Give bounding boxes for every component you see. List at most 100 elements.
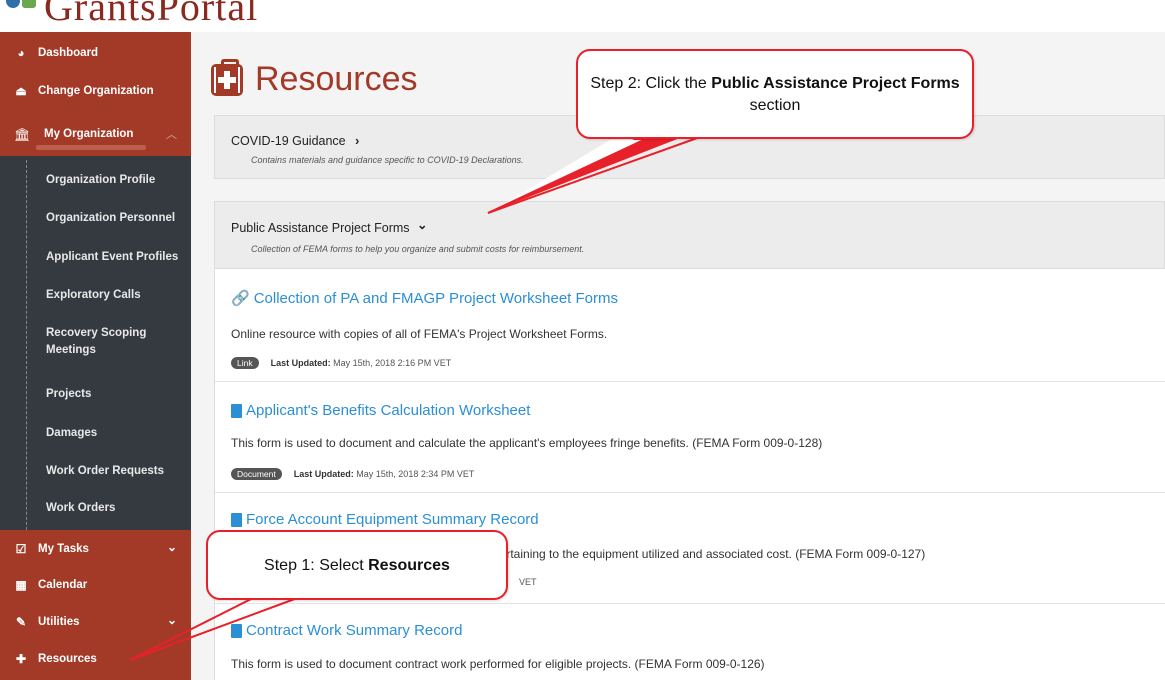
section-title[interactable]: COVID-19 Guidance ›: [231, 134, 359, 148]
section-public-assistance-project-forms[interactable]: Public Assistance Project Forms ⌄ Collec…: [214, 201, 1165, 269]
sidebar-item-label: Work Order Requests: [46, 464, 165, 477]
section-title-text: COVID-19 Guidance: [231, 134, 346, 148]
step1-bold: Resources: [368, 557, 450, 574]
updated-value: May 15th, 2018 2:34 PM VET: [356, 469, 475, 479]
step2-callout: Step 2: Click the Public Assistance Proj…: [576, 49, 974, 139]
chevron-down-icon: ⌄: [166, 613, 177, 627]
sidebar-item-label: Resources: [38, 652, 97, 665]
resource-item: Contract Work Summary Record This form i…: [215, 604, 1165, 680]
logo-icon: [6, 0, 36, 8]
first-aid-icon: ✚: [15, 651, 27, 666]
sidebar-subtitle-blurred: [36, 145, 146, 150]
chevron-down-icon: ⌄: [166, 540, 177, 554]
sidebar-item-label: Exploratory Calls: [46, 288, 141, 301]
resource-meta: Document Last Updated: May 15th, 2018 2:…: [231, 468, 474, 480]
resource-description: pertaining to the equipment utilized and…: [493, 547, 926, 561]
section-title[interactable]: Public Assistance Project Forms ⌄: [231, 218, 428, 235]
page-title-text: Resources: [255, 60, 418, 98]
resources-list: 🔗 Collection of PA and FMAGP Project Wor…: [214, 269, 1165, 680]
sidebar-item-projects[interactable]: Projects: [0, 375, 191, 413]
eject-icon: ⏏: [15, 83, 27, 98]
type-badge: Link: [231, 357, 259, 369]
sidebar-item-calendar[interactable]: ▦ Calendar: [0, 566, 191, 603]
step2-bold: Public Assistance Project Forms: [711, 75, 960, 92]
sidebar-item-label: Calendar: [38, 578, 88, 591]
document-icon: [231, 623, 242, 638]
sidebar-bottom-group: ☑ My Tasks ⌄ ▦ Calendar ✎ Utilities ⌄ ✚ …: [0, 530, 191, 680]
resource-title: Applicant's Benefits Calculation Workshe…: [246, 402, 531, 419]
sidebar-item-recovery-scoping-meetings[interactable]: Recovery Scoping Meetings: [0, 319, 191, 365]
sidebar-item-label: Change Organization: [38, 84, 154, 97]
sidebar-item-label: Organization Profile: [46, 173, 156, 186]
calendar-icon: ▦: [15, 577, 27, 592]
resource-title: Collection of PA and FMAGP Project Works…: [253, 289, 618, 307]
page: GrantsPortal ◕ Dashboard ⏏ Change Organi…: [0, 0, 1165, 680]
sidebar-item-label: My Tasks: [38, 542, 89, 555]
checkbox-icon: ☑: [15, 541, 27, 556]
step2-callout-text: Step 2: Click the Public Assistance Proj…: [588, 73, 962, 117]
sidebar-item-my-organization[interactable]: 🏛 My Organization ︿: [0, 118, 191, 158]
sidebar-item-applicant-event-profiles[interactable]: Applicant Event Profiles: [0, 238, 191, 276]
sidebar-item-organization-profile[interactable]: Organization Profile: [0, 161, 191, 199]
resource-link[interactable]: Contract Work Summary Record: [231, 622, 462, 639]
sidebar-item-label: Work Orders: [46, 501, 116, 514]
step1-prefix: Step 1: Select: [264, 557, 369, 574]
brand-bar: GrantsPortal: [0, 0, 1165, 32]
step2-suffix: section: [749, 97, 801, 114]
sidebar-item-label: Damages: [46, 426, 98, 439]
sidebar-item-label: My Organization: [44, 128, 134, 140]
link-icon: 🔗: [231, 290, 250, 307]
updated-label: Last Updated:: [293, 469, 354, 479]
sidebar-item-my-tasks[interactable]: ☑ My Tasks ⌄: [0, 530, 191, 567]
dashboard-icon: ◕: [17, 45, 25, 60]
resource-description: This form is used to document contract w…: [231, 657, 765, 671]
sidebar-item-work-order-requests[interactable]: Work Order Requests: [0, 452, 191, 490]
sidebar-item-label: Recovery Scoping Meetings: [46, 327, 147, 356]
sidebar-item-change-organization[interactable]: ⏏ Change Organization: [0, 72, 191, 109]
type-badge: Document: [231, 468, 282, 480]
resource-meta: VET: [519, 577, 537, 587]
resource-link[interactable]: 🔗 Collection of PA and FMAGP Project Wor…: [231, 289, 618, 308]
brand-title: GrantsPortal: [44, 0, 259, 29]
resource-title: Contract Work Summary Record: [246, 622, 463, 639]
resource-item: Applicant's Benefits Calculation Workshe…: [215, 382, 1165, 493]
sidebar-item-dashboard[interactable]: ◕ Dashboard: [0, 34, 191, 71]
resource-description: This form is used to document and calcul…: [231, 436, 823, 450]
updated-value: VET: [519, 577, 537, 587]
bank-icon: 🏛: [14, 127, 31, 142]
wrench-icon: ✎: [15, 614, 27, 629]
page-title: Resources: [211, 58, 418, 99]
sidebar-top-group: ◕ Dashboard ⏏ Change Organization: [0, 32, 191, 118]
chevron-down-icon: ⌄: [417, 218, 428, 232]
sidebar-item-label: Projects: [46, 387, 92, 400]
sidebar-item-resources[interactable]: ✚ Resources: [0, 640, 191, 677]
resource-meta: Link Last Updated: May 15th, 2018 2:16 P…: [231, 357, 451, 369]
document-icon: [231, 512, 242, 527]
sidebar-item-exploratory-calls[interactable]: Exploratory Calls: [0, 276, 191, 314]
section-description: Collection of FEMA forms to help you org…: [251, 244, 585, 254]
chevron-up-icon: ︿: [166, 129, 177, 141]
updated-label: Last Updated:: [270, 358, 331, 368]
sidebar-item-label: Dashboard: [38, 46, 99, 59]
step1-callout-text: Step 1: Select Resources: [216, 555, 498, 577]
step2-prefix: Step 2: Click the: [590, 75, 712, 92]
updated-value: May 15th, 2018 2:16 PM VET: [333, 358, 452, 368]
first-aid-kit-icon: [211, 58, 243, 96]
resource-title: Force Account Equipment Summary Record: [246, 511, 539, 528]
section-description: Contains materials and guidance specific…: [251, 155, 524, 165]
sidebar-item-work-orders[interactable]: Work Orders: [0, 489, 191, 527]
sidebar-item-label: Utilities: [38, 615, 80, 628]
step1-callout: Step 1: Select Resources: [206, 530, 508, 600]
resource-description: Online resource with copies of all of FE…: [231, 327, 608, 341]
sidebar-item-organization-personnel[interactable]: Organization Personnel: [0, 199, 191, 237]
resource-link[interactable]: Applicant's Benefits Calculation Workshe…: [231, 402, 530, 419]
resource-item: 🔗 Collection of PA and FMAGP Project Wor…: [215, 269, 1165, 382]
resource-link[interactable]: Force Account Equipment Summary Record: [231, 511, 539, 528]
sidebar-item-damages[interactable]: Damages: [0, 414, 191, 452]
sidebar-item-utilities[interactable]: ✎ Utilities ⌄: [0, 603, 191, 640]
sidebar: ◕ Dashboard ⏏ Change Organization 🏛 My O…: [0, 32, 191, 680]
document-icon: [231, 403, 242, 418]
section-title-text: Public Assistance Project Forms: [231, 221, 410, 235]
sidebar-item-label: Organization Personnel: [46, 211, 176, 224]
chevron-right-icon: ›: [355, 134, 360, 148]
